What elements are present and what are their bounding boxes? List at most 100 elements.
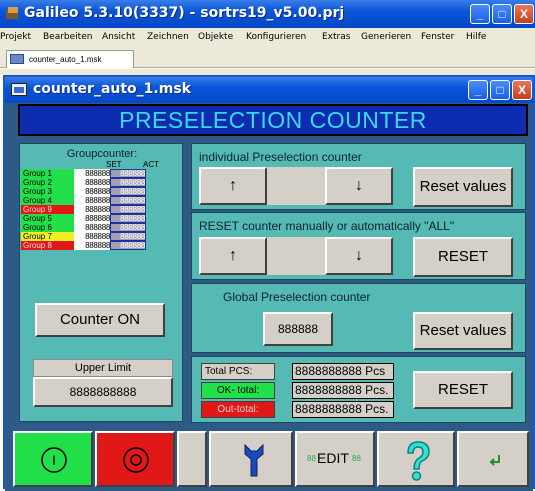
group-set-value[interactable]: 888888 — [74, 241, 110, 250]
app-title-bar: Galileo 5.3.10(3337) - sortrs19_v5.00.pr… — [0, 0, 535, 28]
group-act-value: 888888 — [110, 196, 146, 205]
menu-objekte[interactable]: Objekte — [198, 32, 233, 42]
mask-icon — [10, 54, 24, 64]
page-title: PRESELECTION COUNTER — [119, 107, 427, 133]
menu-projekt[interactable]: Projekt — [0, 32, 31, 42]
groupcounter-title: Groupcounter: — [66, 148, 138, 160]
group-label: Group 9 — [21, 205, 74, 214]
individual-up-button[interactable]: ↑ — [199, 167, 267, 205]
total-pcs-value: 8888888888 Pcs — [292, 363, 394, 380]
group-act-value: 888888 — [110, 187, 146, 196]
individual-reset-values-button[interactable]: Reset values — [413, 167, 513, 207]
wrench-icon — [244, 443, 264, 477]
edit-button[interactable]: 88 EDIT 88 — [295, 431, 375, 487]
reset-value-display — [267, 237, 325, 275]
group-row: Group 4 888888 888888 — [21, 196, 151, 205]
group-set-value[interactable]: 888888 — [74, 178, 110, 187]
mask-window-title-bar: counter_auto_1.msk _ □ X — [5, 77, 533, 103]
group-set-value[interactable]: 888888 — [74, 205, 110, 214]
group-act-value: 888888 — [110, 232, 146, 241]
group-set-value[interactable]: 888888 — [74, 196, 110, 205]
menu-fenster[interactable]: Fenster — [421, 32, 454, 42]
menu-bearbeiten[interactable]: Bearbeiten — [43, 32, 92, 42]
group-label: Group 3 — [21, 187, 74, 196]
galileo-app-icon — [6, 7, 18, 19]
menu-ansicht[interactable]: Ansicht — [102, 32, 135, 42]
edit-suffix: 88 — [352, 454, 361, 463]
totals-reset-button[interactable]: RESET — [413, 371, 513, 409]
power-on-icon: I — [41, 447, 67, 473]
reset-counter-panel: RESET counter manually or automatically … — [191, 212, 526, 280]
group-set-value[interactable]: 888888 — [74, 232, 110, 241]
group-act-value: 888888 — [110, 178, 146, 187]
group-label: Group 8 — [21, 241, 74, 250]
return-arrow-icon — [489, 455, 500, 466]
ok-total-value: 8888888888 Pcs. — [292, 382, 394, 399]
power-off-icon — [123, 447, 149, 473]
menu-bar: Projekt Bearbeiten Ansicht Zeichnen Obje… — [0, 28, 535, 46]
group-set-value[interactable]: 888888 — [74, 187, 110, 196]
help-button[interactable] — [377, 431, 455, 487]
group-label: Group 2 — [21, 178, 74, 187]
individual-down-button[interactable]: ↓ — [325, 167, 393, 205]
close-button[interactable]: X — [514, 4, 534, 24]
out-total-value: 8888888888 Pcs. — [292, 401, 394, 418]
group-row: Group 3 888888 888888 — [21, 187, 151, 196]
global-counter-title: Global Preselection counter — [223, 290, 371, 304]
menu-konfigurieren[interactable]: Konfigurieren — [246, 32, 306, 42]
individual-counter-title: individual Preselection counter — [199, 150, 362, 164]
menu-extras[interactable]: Extras — [322, 32, 350, 42]
upper-limit-label: Upper Limit — [33, 359, 173, 377]
global-reset-values-button[interactable]: Reset values — [413, 312, 513, 350]
group-label: Group 6 — [21, 223, 74, 232]
mask-close-button[interactable]: X — [512, 80, 532, 100]
app-title: Galileo 5.3.10(3337) - sortrs19_v5.00.pr… — [24, 5, 345, 21]
maximize-button[interactable]: □ — [492, 4, 512, 24]
total-pcs-label: Total PCS: — [201, 363, 275, 380]
document-tab-strip: counter_auto_1.msk — [0, 46, 535, 68]
group-set-value[interactable]: 888888 — [74, 223, 110, 232]
menu-hilfe[interactable]: Hilfe — [466, 32, 486, 42]
group-set-value[interactable]: 888888 — [74, 169, 110, 178]
group-label: Group 5 — [21, 214, 74, 223]
mask-window-icon — [11, 83, 27, 96]
group-label: Group 4 — [21, 196, 74, 205]
tab-counter-auto[interactable]: counter_auto_1.msk — [6, 50, 134, 68]
out-total-label: Out-total: — [201, 401, 275, 418]
menu-zeichnen[interactable]: Zeichnen — [147, 32, 189, 42]
set-column-label: SET — [106, 160, 122, 169]
group-act-value: 888888 — [110, 223, 146, 232]
reset-counter-button[interactable]: RESET — [413, 237, 513, 277]
settings-button[interactable] — [209, 431, 293, 487]
svg-text:I: I — [52, 452, 56, 468]
mask-minimize-button[interactable]: _ — [468, 80, 488, 100]
reset-up-button[interactable]: ↑ — [199, 237, 267, 275]
bottom-toolbar: I 88 EDIT 88 — [5, 429, 533, 491]
global-counter-value[interactable]: 888888 — [263, 312, 333, 346]
group-act-value: 888888 — [110, 169, 146, 178]
totals-panel: Total PCS: OK- total: Out-total: 8888888… — [191, 356, 526, 423]
group-label: Group 7 — [21, 232, 74, 241]
edit-label: EDIT — [317, 450, 349, 466]
minimize-button[interactable]: _ — [470, 4, 490, 24]
individual-counter-panel: individual Preselection counter ↑ ↓ Rese… — [191, 143, 526, 210]
start-button[interactable]: I — [13, 431, 93, 487]
mask-window: counter_auto_1.msk _ □ X PRESELECTION CO… — [3, 75, 535, 491]
upper-limit-input[interactable]: 8888888888 — [33, 377, 173, 407]
stop-button[interactable] — [95, 431, 175, 487]
back-button[interactable] — [457, 431, 529, 487]
group-row: Group 6 888888 888888 — [21, 223, 151, 232]
edit-prefix: 88 — [307, 454, 316, 463]
counter-on-button[interactable]: Counter ON — [35, 303, 165, 337]
group-row: Group 9 888888 888888 — [21, 205, 151, 214]
global-counter-panel: Global Preselection counter 888888 Reset… — [191, 283, 526, 353]
group-row: Group 1 888888 888888 — [21, 169, 151, 178]
group-set-value[interactable]: 888888 — [74, 214, 110, 223]
mask-maximize-button[interactable]: □ — [490, 80, 510, 100]
group-row: Group 8 888888 888888 — [21, 241, 151, 250]
act-column-label: ACT — [143, 160, 159, 169]
group-row: Group 2 888888 888888 — [21, 178, 151, 187]
help-question-icon — [407, 441, 430, 481]
reset-down-button[interactable]: ↓ — [325, 237, 393, 275]
menu-generieren[interactable]: Generieren — [361, 32, 411, 42]
